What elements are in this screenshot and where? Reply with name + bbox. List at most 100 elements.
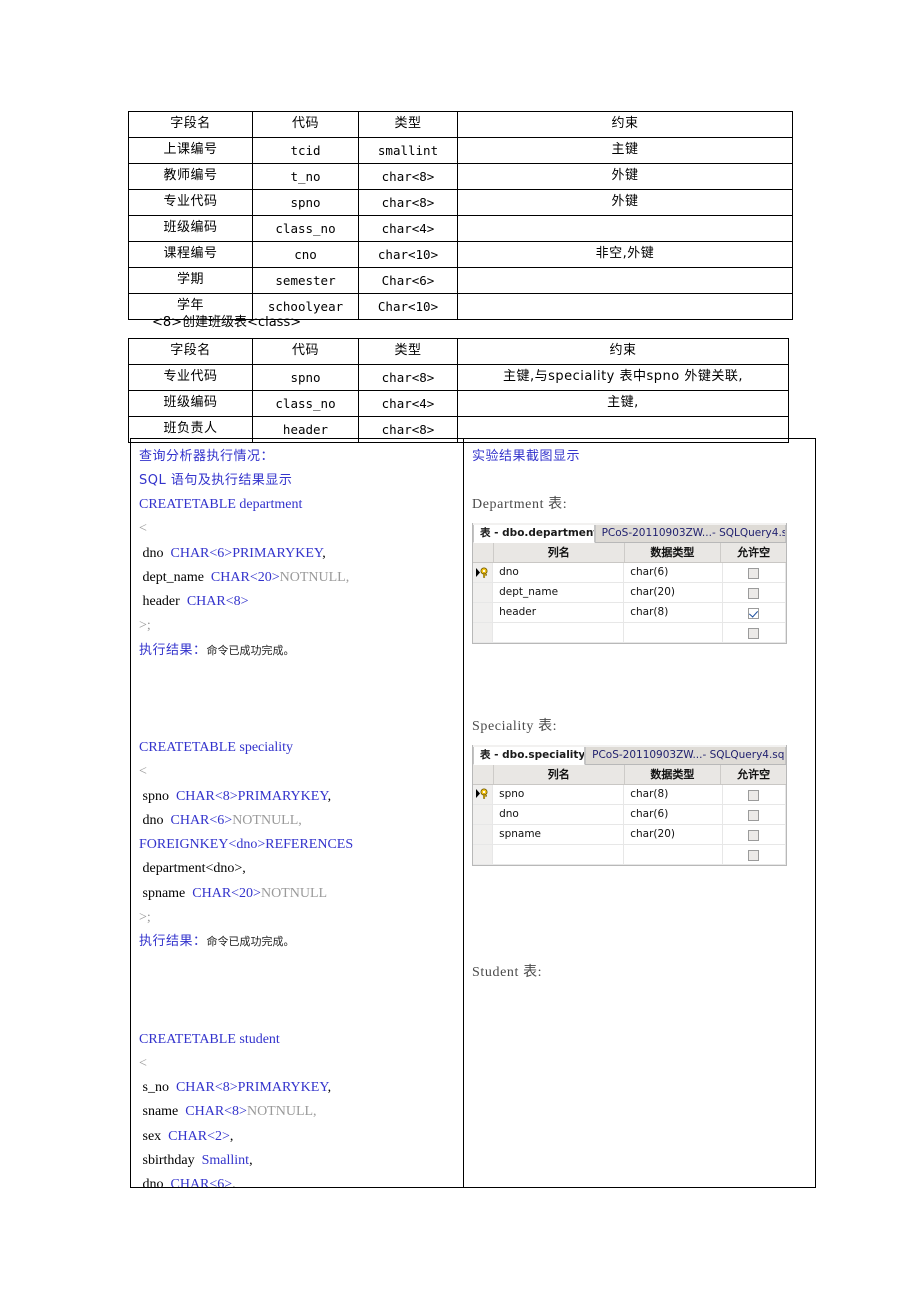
ssms-tab-inactive-query[interactable]: PCoS-20110903ZW...- SQLQuery4.sql	[594, 525, 786, 543]
primary-key-icon	[475, 567, 488, 578]
allow-null-checkbox[interactable]	[748, 849, 760, 861]
cell-code: spno	[252, 364, 359, 391]
table-row: 学期 semester Char<6>	[128, 267, 793, 294]
row-selector[interactable]	[473, 583, 494, 603]
ssms-tab-inactive-query[interactable]: PCoS-20110903ZW...- SQLQuery4.sql*	[585, 746, 786, 764]
ssms-cell-column-name[interactable]	[493, 844, 625, 864]
row-selector[interactable]	[473, 603, 494, 623]
ssms-cell-allow-null[interactable]	[722, 623, 786, 643]
ssms-grid-row[interactable]: dno char(6)	[473, 804, 786, 825]
ssms-cell-data-type[interactable]: char(6)	[624, 804, 723, 824]
ssms-tab-bar: 表 - dbo.speciality PCoS-20110903ZW...- S…	[473, 744, 786, 765]
allow-null-checkbox[interactable]	[748, 568, 760, 580]
ssms-cell-column-name[interactable]: dno	[493, 804, 625, 824]
ssms-department-screenshot: 表 - dbo.department PCoS-20110903ZW...- S…	[472, 523, 787, 645]
ssms-header-allow-null: 允许空	[737, 546, 771, 560]
teaching-table: 字段名 代码 类型 约束 上课编号 tcid smallint 主键 教师编号 …	[128, 111, 793, 320]
sql-body-line: sex CHAR<2>,	[139, 1128, 234, 1144]
ssms-grid-row[interactable]: dno char(6)	[473, 563, 786, 584]
ssms-tab-active-department[interactable]: 表 - dbo.department	[473, 525, 595, 544]
ssms-cell-allow-null[interactable]	[722, 824, 786, 844]
row-selector[interactable]	[473, 844, 494, 864]
allow-null-checkbox[interactable]	[748, 628, 760, 640]
row-selector-with-key[interactable]	[473, 784, 494, 804]
sql-keyword-char: CHAR<20>	[210, 569, 280, 585]
caption-speciality: Speciality 表:	[472, 718, 558, 734]
cell-field-name: 学期	[128, 267, 253, 294]
ssms-cell-data-type[interactable]: char(8)	[624, 603, 723, 623]
sql-keyword-char: CHAR<6>	[170, 812, 233, 828]
sql-keyword-create-table: CREATETABLE student	[139, 1031, 280, 1047]
caption-student: Student 表:	[472, 964, 543, 980]
ssms-column-grid: 列名 数据类型 允许空 spno char(8) dno char(6) spn…	[473, 764, 786, 865]
cell-type: Char<10>	[358, 293, 458, 320]
ssms-cell-data-type[interactable]: char(20)	[624, 583, 723, 603]
ssms-cell-column-name[interactable]	[493, 623, 625, 643]
sql-close-paren: >;	[139, 618, 151, 634]
ssms-grid-row-empty[interactable]	[473, 844, 786, 865]
allow-null-checkbox[interactable]	[748, 809, 760, 821]
cell-type: char<8>	[358, 364, 458, 391]
class-table: 字段名 代码 类型 约束 专业代码 spno char<8> 主键,与speci…	[128, 338, 789, 443]
ssms-cell-column-name[interactable]: header	[493, 603, 625, 623]
row-selector[interactable]	[473, 824, 494, 844]
allow-null-checkbox-checked[interactable]	[748, 608, 760, 620]
exec-result-value: 命令已成功完成。	[206, 935, 295, 949]
ssms-header-selector	[473, 764, 494, 784]
ssms-cell-column-name[interactable]: dept_name	[493, 583, 625, 603]
ssms-cell-allow-null[interactable]	[722, 563, 786, 583]
allow-null-checkbox[interactable]	[748, 829, 760, 841]
ssms-grid-row[interactable]: spname char(20)	[473, 824, 786, 845]
ssms-cell-allow-null[interactable]	[722, 784, 786, 804]
cell-constraint	[457, 267, 793, 294]
row-selector[interactable]	[473, 804, 494, 824]
ssms-grid-row-empty[interactable]	[473, 623, 786, 644]
row-selector[interactable]	[473, 623, 494, 643]
allow-null-checkbox[interactable]	[748, 588, 760, 600]
sql-column: 查询分析器执行情况： SQL 语句及执行结果显示 CREATETABLE dep…	[131, 439, 464, 1187]
cell-code: t_no	[252, 163, 359, 190]
ssms-cell-allow-null[interactable]	[722, 583, 786, 603]
cell-type: char<4>	[358, 215, 458, 242]
ssms-cell-column-name[interactable]: spname	[493, 824, 625, 844]
cell-field-name: 课程编号	[128, 241, 253, 268]
ssms-cell-column-name[interactable]: spno	[493, 784, 625, 804]
sql-body-line: spname CHAR<20>NOTNULL	[139, 885, 328, 901]
exec-result-value: 命令已成功完成。	[206, 643, 295, 657]
ssms-grid-row[interactable]: header char(8)	[473, 603, 786, 624]
cell-field-name: 上课编号	[128, 137, 253, 164]
ssms-cell-allow-null[interactable]	[722, 603, 786, 623]
allow-null-checkbox[interactable]	[748, 789, 760, 801]
ssms-cell-data-type[interactable]: char(8)	[624, 784, 723, 804]
cell-code: class_no	[252, 390, 359, 417]
row-selector-with-key[interactable]	[473, 563, 494, 583]
ssms-tab-active-speciality[interactable]: 表 - dbo.speciality	[473, 746, 586, 765]
sql-keyword-char: CHAR<8>	[186, 594, 249, 610]
sql-body-line: dno CHAR<6>PRIMARYKEY,	[139, 545, 326, 561]
ssms-cell-allow-null[interactable]	[722, 844, 786, 864]
ssms-cell-data-type[interactable]	[624, 844, 723, 864]
ssms-grid-row[interactable]: dept_name char(20)	[473, 583, 786, 604]
sql-body-line: FOREIGNKEY<dno>REFERENCES	[139, 833, 463, 857]
sql-body-line: dept_name CHAR<20>NOTNULL,	[139, 569, 350, 585]
column-header-code: 代码	[252, 111, 359, 138]
cell-type: char<8>	[358, 163, 458, 190]
column-header-code: 代码	[252, 338, 359, 365]
sql-body-line: dno CHAR<6>,	[139, 1173, 463, 1187]
ssms-cell-allow-null[interactable]	[722, 804, 786, 824]
cell-type: Char<6>	[358, 267, 458, 294]
ssms-grid-row[interactable]: spno char(8)	[473, 784, 786, 805]
sql-keyword-char: CHAR<8>	[185, 1104, 247, 1120]
ssms-cell-data-type[interactable]	[624, 623, 723, 643]
ssms-cell-column-name[interactable]: dno	[493, 563, 625, 583]
ssms-header-data-type: 数据类型	[625, 764, 722, 784]
ssms-cell-data-type[interactable]: char(6)	[624, 563, 723, 583]
sql-exec-result-1: 执行结果：命令已成功完成。	[139, 639, 463, 663]
sql-keyword-foreign-key: FOREIGNKEY<dno>REFERENCES	[139, 837, 354, 853]
ssms-cell-data-type[interactable]: char(20)	[624, 824, 723, 844]
